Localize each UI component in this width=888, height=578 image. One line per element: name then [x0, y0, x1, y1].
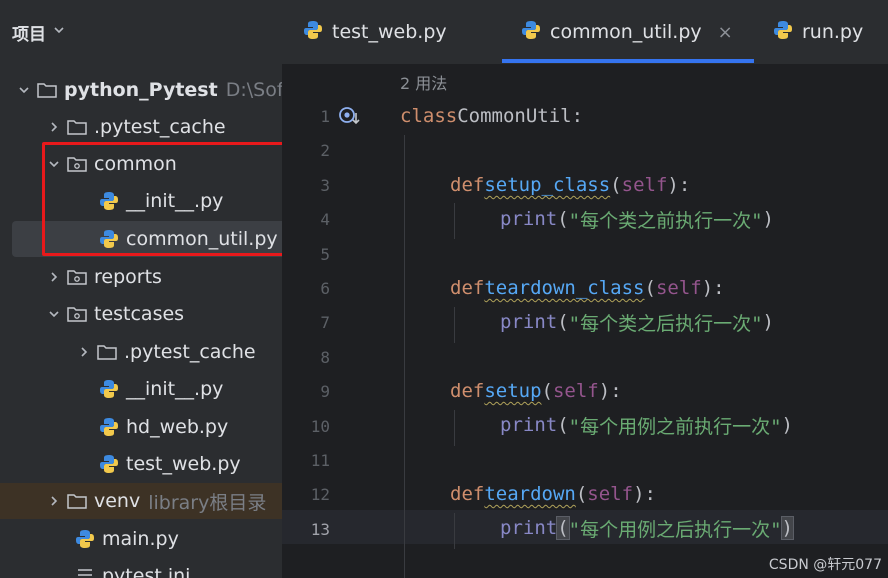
tree-item-test-web[interactable]: test_web.py	[0, 446, 282, 482]
tree-item-pytest-ini[interactable]: pytest.ini	[0, 558, 282, 578]
highlight-box	[42, 142, 282, 256]
line-number-current: 13	[310, 520, 330, 539]
tree-item-testcases[interactable]: testcases	[0, 296, 282, 332]
line-number: 3	[320, 176, 330, 195]
chevron-right-icon[interactable]	[44, 495, 64, 507]
line-number: 7	[320, 313, 330, 332]
line-number: 6	[320, 279, 330, 298]
editor-tab-bar: test_web.py common_util.py × run.py	[282, 0, 888, 65]
close-icon[interactable]: ×	[718, 22, 733, 43]
code-line-7[interactable]: print("每个类之后执行一次")	[500, 305, 774, 339]
code-line-9[interactable]: def setup(self):	[450, 374, 622, 408]
python-file-icon	[302, 19, 324, 46]
code-editor[interactable]: 2 用法 1 2 3 4 5 6 7 8 9 10 11 12 13 class…	[282, 65, 888, 578]
project-panel-title: 项目	[12, 24, 46, 45]
tree-item-label: python_Pytest	[64, 79, 218, 101]
line-number: 10	[310, 417, 330, 436]
project-panel-header[interactable]: 项目	[12, 18, 66, 46]
chevron-right-icon[interactable]	[44, 271, 64, 283]
tree-item-label: hd_web.py	[126, 416, 229, 438]
line-number: 1	[320, 107, 330, 126]
line-number: 9	[320, 382, 330, 401]
indent-guide	[454, 513, 455, 549]
tree-item-label: .pytest_cache	[94, 116, 226, 138]
tree-item-pytest-cache[interactable]: .pytest_cache	[0, 109, 282, 145]
code-line-6[interactable]: def teardown_class(self):	[450, 271, 725, 305]
code-line-1[interactable]: class CommonUtil:	[400, 99, 583, 133]
tree-item-library-hint: library根目录	[148, 491, 267, 514]
python-file-icon	[96, 416, 122, 438]
tree-item-label: test_web.py	[126, 453, 241, 475]
folder-icon	[34, 79, 60, 101]
line-number: 5	[320, 245, 330, 264]
code-line-3[interactable]: def setup_class(self):	[450, 168, 690, 202]
tree-item-path-hint: D:\Sof	[225, 79, 282, 101]
python-file-icon	[72, 528, 98, 550]
tree-item-label: main.py	[102, 528, 179, 550]
folder-icon	[64, 116, 90, 138]
indent-guide	[454, 410, 455, 446]
python-file-icon	[96, 378, 122, 400]
chevron-down-icon[interactable]	[52, 22, 66, 42]
implemented-marker-icon[interactable]	[338, 105, 362, 131]
chevron-down-icon[interactable]	[44, 308, 64, 320]
code-line-12[interactable]: def teardown(self):	[450, 477, 656, 511]
package-folder-icon	[64, 303, 90, 325]
tab-label: common_util.py	[550, 21, 702, 43]
tree-item-testcases-pytest-cache[interactable]: .pytest_cache	[0, 334, 282, 370]
tree-item-label: __init__.py	[126, 378, 224, 400]
tab-run[interactable]: run.py	[772, 10, 863, 54]
code-line-4[interactable]: print("每个类之前执行一次")	[500, 202, 774, 236]
tree-item-reports[interactable]: reports	[0, 259, 282, 295]
tree-item-testcases-init[interactable]: __init__.py	[0, 371, 282, 407]
tab-label: test_web.py	[332, 21, 447, 43]
tree-item-label: pytest.ini	[102, 565, 191, 578]
tree-item-label: reports	[94, 266, 162, 288]
indent-guide	[454, 307, 455, 343]
folder-icon	[64, 490, 90, 512]
tab-test-web[interactable]: test_web.py	[302, 10, 447, 54]
indent-guide	[404, 135, 405, 578]
package-folder-icon	[64, 266, 90, 288]
tree-item-hd-web[interactable]: hd_web.py	[0, 409, 282, 445]
tree-item-label: venv	[94, 490, 141, 512]
line-number: 4	[320, 210, 330, 229]
watermark: CSDN @轩元077	[768, 557, 882, 573]
line-number: 8	[320, 348, 330, 367]
indent-guide	[454, 203, 455, 239]
line-number: 2	[320, 141, 330, 160]
tab-label: run.py	[802, 21, 864, 43]
line-number: 11	[310, 451, 330, 470]
python-file-icon	[520, 19, 542, 46]
project-panel: 项目 python_Pytest D:\Sof .pytest_cache co…	[0, 0, 282, 578]
code-line-10[interactable]: print("每个用例之前执行一次")	[500, 408, 793, 442]
chevron-down-icon[interactable]	[14, 84, 34, 96]
tree-item-python-pytest[interactable]: python_Pytest D:\Sof	[0, 72, 282, 108]
settings-file-icon	[72, 565, 98, 578]
folder-icon	[94, 341, 120, 363]
python-file-icon	[772, 19, 794, 46]
chevron-right-icon[interactable]	[44, 121, 64, 133]
chevron-right-icon[interactable]	[74, 346, 94, 358]
usage-hint[interactable]: 2 用法	[400, 70, 447, 94]
line-number: 12	[310, 485, 330, 504]
tree-item-label: .pytest_cache	[124, 341, 256, 363]
tree-item-main[interactable]: main.py	[0, 521, 282, 557]
python-file-icon	[96, 453, 122, 475]
tree-item-venv[interactable]: venv library根目录	[0, 483, 282, 519]
active-tab-indicator	[502, 59, 754, 63]
code-line-13[interactable]: print("每个用例之后执行一次")	[500, 511, 795, 545]
tab-common-util[interactable]: common_util.py ×	[520, 10, 733, 54]
tree-item-label: testcases	[94, 303, 185, 325]
